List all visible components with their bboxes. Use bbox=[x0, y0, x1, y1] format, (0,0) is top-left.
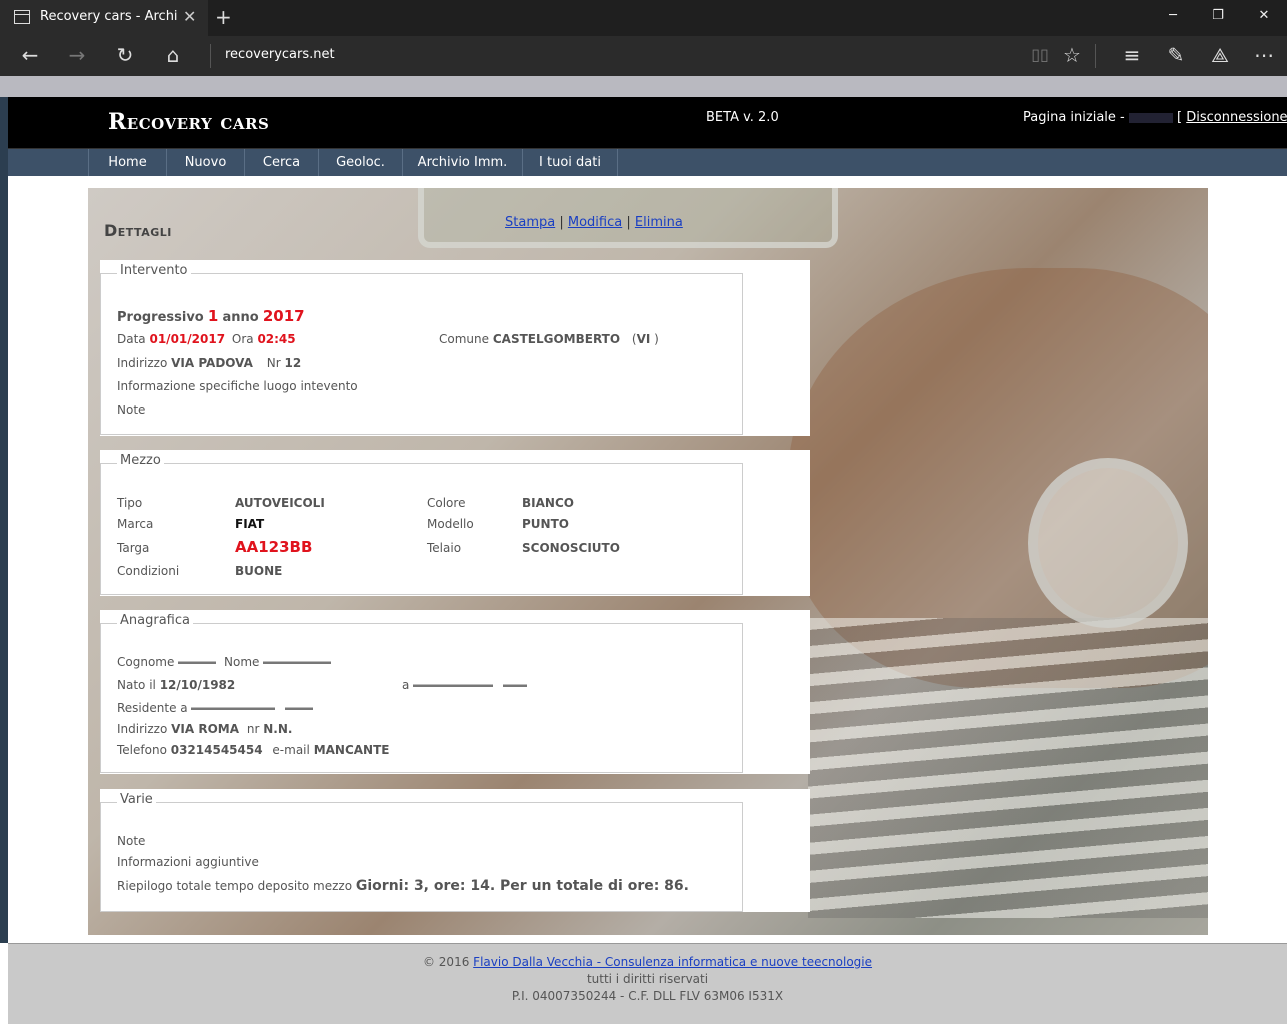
site-logo[interactable]: Recovery cars bbox=[108, 109, 269, 135]
restore-icon[interactable]: ❐ bbox=[1208, 8, 1228, 23]
user-bar: Pagina iniziale - [ Disconnessione ] bbox=[1023, 110, 1287, 125]
provincia-value: VI bbox=[636, 332, 651, 346]
window-close-icon[interactable]: ✕ bbox=[1254, 8, 1274, 23]
share-icon[interactable]: ⟁ bbox=[1208, 44, 1232, 66]
tab-close-icon[interactable]: ✕ bbox=[183, 7, 196, 26]
varie-note-label: Note bbox=[117, 834, 146, 848]
site-header: Recovery cars BETA v. 2.0 Pagina inizial… bbox=[8, 97, 1287, 149]
telefono-value: 03214545454 bbox=[170, 743, 263, 757]
targa-value: AA123BB bbox=[235, 538, 313, 556]
username-redacted bbox=[1128, 112, 1173, 123]
nr-value: 12 bbox=[284, 356, 302, 370]
menu-item-cerca[interactable]: Cerca bbox=[244, 149, 318, 176]
new-tab-icon[interactable]: + bbox=[215, 5, 232, 29]
delete-link[interactable]: Elimina bbox=[635, 215, 683, 230]
edit-link[interactable]: Modifica bbox=[568, 215, 622, 230]
rights-text: tutti i diritti riservati bbox=[586, 972, 709, 986]
minimize-icon[interactable]: ─ bbox=[1163, 8, 1183, 23]
condizioni-value: BUONE bbox=[235, 564, 283, 578]
indirizzo-value: VIA PADOVA bbox=[171, 356, 253, 370]
varie-info-label: Informazioni aggiuntive bbox=[117, 855, 259, 869]
telaio-value: SCONOSCIUTO bbox=[522, 541, 620, 555]
intervento-legend: Intervento bbox=[117, 263, 191, 278]
anagrafica-nr-value: N.N. bbox=[263, 722, 293, 736]
more-icon[interactable]: ⋯ bbox=[1252, 44, 1276, 66]
data-value: 01/01/2017 bbox=[149, 332, 226, 346]
residenza-redacted bbox=[191, 704, 276, 713]
home-icon[interactable]: ⌂ bbox=[161, 44, 185, 66]
reading-view-icon[interactable]: ▯▯ bbox=[1028, 44, 1052, 66]
tab-page-icon bbox=[14, 10, 30, 24]
luogo-nascita-redacted bbox=[413, 681, 494, 690]
refresh-icon[interactable]: ↻ bbox=[113, 44, 137, 66]
nome-redacted bbox=[263, 658, 332, 667]
intervento-panel: Intervento Progressivo 1 anno 2017 Data … bbox=[100, 260, 810, 436]
back-icon[interactable]: ← bbox=[18, 44, 42, 66]
mezzo-panel: Mezzo Tipo AUTOVEICOLI Colore BIANCO Mar… bbox=[100, 450, 810, 596]
varie-panel: Varie Note Informazioni aggiuntive Riepi… bbox=[100, 789, 810, 912]
menu-item-geoloc[interactable]: Geoloc. bbox=[318, 149, 402, 176]
mezzo-legend: Mezzo bbox=[117, 453, 164, 468]
menu-item-archivio[interactable]: Archivio Imm. bbox=[402, 149, 522, 176]
browser-toolbar: ← → ↻ ⌂ recoverycars.net ▯▯ ☆ ≡ ✎ ⟁ ⋯ bbox=[0, 36, 1287, 76]
piva-text: P.I. 04007350244 - C.F. DLL FLV 63M06 I5… bbox=[511, 989, 784, 1003]
note-label: Note bbox=[117, 403, 146, 417]
tab-title: Recovery cars - Archivio bbox=[40, 9, 178, 24]
print-link[interactable]: Stampa bbox=[505, 215, 555, 230]
version-label: BETA v. 2.0 bbox=[706, 110, 779, 125]
author-link[interactable]: Flavio Dalla Vecchia - Consulenza inform… bbox=[473, 955, 872, 969]
hub-icon[interactable]: ≡ bbox=[1120, 44, 1144, 66]
record-actions: Stampa | Modifica | Elimina bbox=[505, 215, 683, 230]
anagrafica-legend: Anagrafica bbox=[117, 613, 193, 628]
address-input[interactable]: recoverycars.net bbox=[225, 47, 335, 62]
riepilogo-value: Giorni: 3, ore: 14. Per un totale di ore… bbox=[355, 878, 689, 894]
content-area: Dettagli Stampa | Modifica | Elimina Int… bbox=[88, 188, 1208, 935]
progressivo-value: 1 bbox=[207, 307, 219, 325]
menu-item-nuovo[interactable]: Nuovo bbox=[166, 149, 244, 176]
favorite-star-icon[interactable]: ☆ bbox=[1060, 44, 1084, 66]
home-label: Pagina iniziale - bbox=[1023, 110, 1125, 125]
logout-link[interactable]: Disconnessione bbox=[1186, 110, 1287, 125]
comune-value: CASTELGOMBERTO bbox=[492, 332, 621, 346]
anagrafica-panel: Anagrafica Cognome Nome Nato il 12/10/19… bbox=[100, 610, 810, 774]
tipo-value: AUTOVEICOLI bbox=[235, 496, 325, 510]
browser-tab[interactable]: Recovery cars - Archivio ✕ bbox=[0, 0, 208, 36]
colore-value: BIANCO bbox=[522, 496, 574, 510]
modello-value: PUNTO bbox=[522, 517, 569, 531]
ora-value: 02:45 bbox=[257, 332, 296, 346]
forward-icon[interactable]: → bbox=[65, 44, 89, 66]
page-title: Dettagli bbox=[104, 221, 172, 240]
cognome-redacted bbox=[178, 658, 217, 667]
email-value: MANCANTE bbox=[313, 743, 390, 757]
menu-item-dati[interactable]: I tuoi dati bbox=[522, 149, 618, 176]
varie-legend: Varie bbox=[117, 792, 156, 807]
anno-value: 2017 bbox=[262, 307, 305, 325]
anagrafica-indirizzo-value: VIA ROMA bbox=[171, 722, 240, 736]
main-menu: Home Nuovo Cerca Geoloc. Archivio Imm. I… bbox=[8, 149, 1287, 176]
web-note-icon[interactable]: ✎ bbox=[1164, 44, 1188, 66]
copyright-text: © 2016 bbox=[422, 955, 470, 969]
marca-value: FIAT bbox=[235, 517, 265, 531]
info-luogo-label: Informazione specifiche luogo intevento bbox=[117, 379, 358, 393]
menu-item-home[interactable]: Home bbox=[88, 149, 166, 176]
nato-value: 12/10/1982 bbox=[159, 678, 236, 692]
site-footer: © 2016 Flavio Dalla Vecchia - Consulenza… bbox=[8, 943, 1287, 1024]
browser-tab-bar: Recovery cars - Archivio ✕ + ─ ❐ ✕ bbox=[0, 0, 1287, 36]
